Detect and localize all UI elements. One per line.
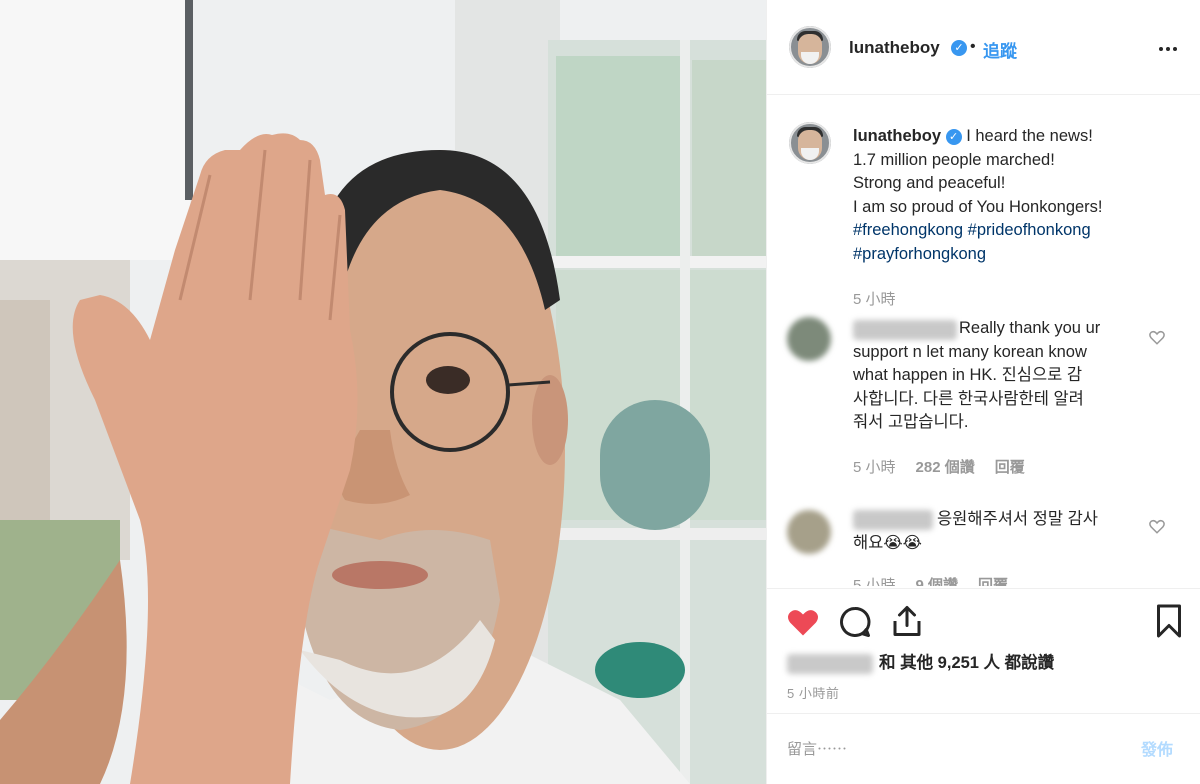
comment-like-heart-icon[interactable]	[1148, 328, 1166, 346]
follow-button[interactable]: 追蹤	[983, 37, 1017, 62]
commenter-avatar[interactable]	[787, 510, 831, 554]
post-time-ago[interactable]: 5 小時前	[787, 683, 839, 702]
share-icon[interactable]	[889, 603, 925, 639]
comment-text: 응원해주셔서 정말 감사 해요😭😭	[853, 510, 1098, 552]
comment-text: Really thank you ur support n let many k…	[853, 319, 1101, 431]
post-sidebar: lunatheboy ✓ • 追蹤 lunatheboy ✓ I heard t…	[766, 0, 1200, 784]
caption-hashtags[interactable]: #freehongkong #prideofhonkong	[853, 219, 1183, 243]
comment-likes-count[interactable]: 9 個讚	[916, 577, 959, 586]
caption-username[interactable]: lunatheboy	[853, 127, 941, 145]
caption-hashtags[interactable]: #prayforhongkong	[853, 243, 1183, 267]
comment-input[interactable]	[787, 736, 1117, 762]
commenter-avatar[interactable]	[787, 317, 831, 361]
add-comment-section: 發佈	[767, 713, 1200, 784]
comment-like-heart-icon[interactable]	[1148, 517, 1166, 535]
likes-summary[interactable]: 和 其他 9,251 人 都說讚	[787, 649, 1054, 674]
caption-avatar[interactable]	[789, 122, 831, 164]
comment-bubble-icon[interactable]	[837, 604, 873, 640]
liker-username[interactable]	[787, 653, 873, 674]
post-photo[interactable]	[0, 0, 766, 784]
header-separator: •	[970, 38, 976, 55]
caption-text: lunatheboy ✓ I heard the news! 1.7 milli…	[853, 125, 1183, 266]
comment-time[interactable]: 5 小時	[853, 459, 896, 476]
caption-verified-icon: ✓	[945, 129, 962, 145]
likes-suffix: 都說讚	[1004, 654, 1055, 672]
author-avatar[interactable]	[789, 26, 831, 68]
caption-line: I am so proud of You Honkongers!	[853, 197, 1103, 216]
author-username[interactable]: lunatheboy	[849, 38, 940, 58]
more-horizontal-icon[interactable]	[1159, 38, 1185, 56]
post-comment-button[interactable]: 發佈	[1141, 736, 1173, 760]
comment-time[interactable]: 5 小時	[853, 577, 896, 586]
caption-line: I heard the news!	[966, 127, 1093, 145]
post-actions: 和 其他 9,251 人 都說讚 5 小時前	[767, 588, 1200, 713]
caption-line: Strong and peaceful!	[853, 174, 1006, 192]
caption-line: 1.7 million people marched!	[853, 150, 1055, 169]
bookmark-icon[interactable]	[1151, 603, 1187, 639]
comment-reply-button[interactable]: 回覆	[978, 577, 1008, 586]
caption-time[interactable]: 5 小時	[853, 288, 896, 309]
comment-meta: 5 小時 282 個讚 回覆	[853, 456, 1025, 477]
likes-connector: 和	[879, 654, 896, 672]
verified-badge-icon: ✓	[951, 40, 967, 56]
likes-others-count[interactable]: 其他 9,251 人	[900, 654, 1000, 672]
comment-likes-count[interactable]: 282 個讚	[916, 459, 975, 476]
post-header: lunatheboy ✓ • 追蹤	[767, 0, 1200, 95]
selfie-photo-illustration	[0, 0, 766, 784]
comments-list[interactable]: lunatheboy ✓ I heard the news! 1.7 milli…	[767, 96, 1200, 586]
comment-meta: 5 小時 9 個讚 回覆	[853, 574, 1008, 586]
like-heart-icon[interactable]	[785, 604, 821, 640]
comment-reply-button[interactable]: 回覆	[995, 459, 1025, 476]
